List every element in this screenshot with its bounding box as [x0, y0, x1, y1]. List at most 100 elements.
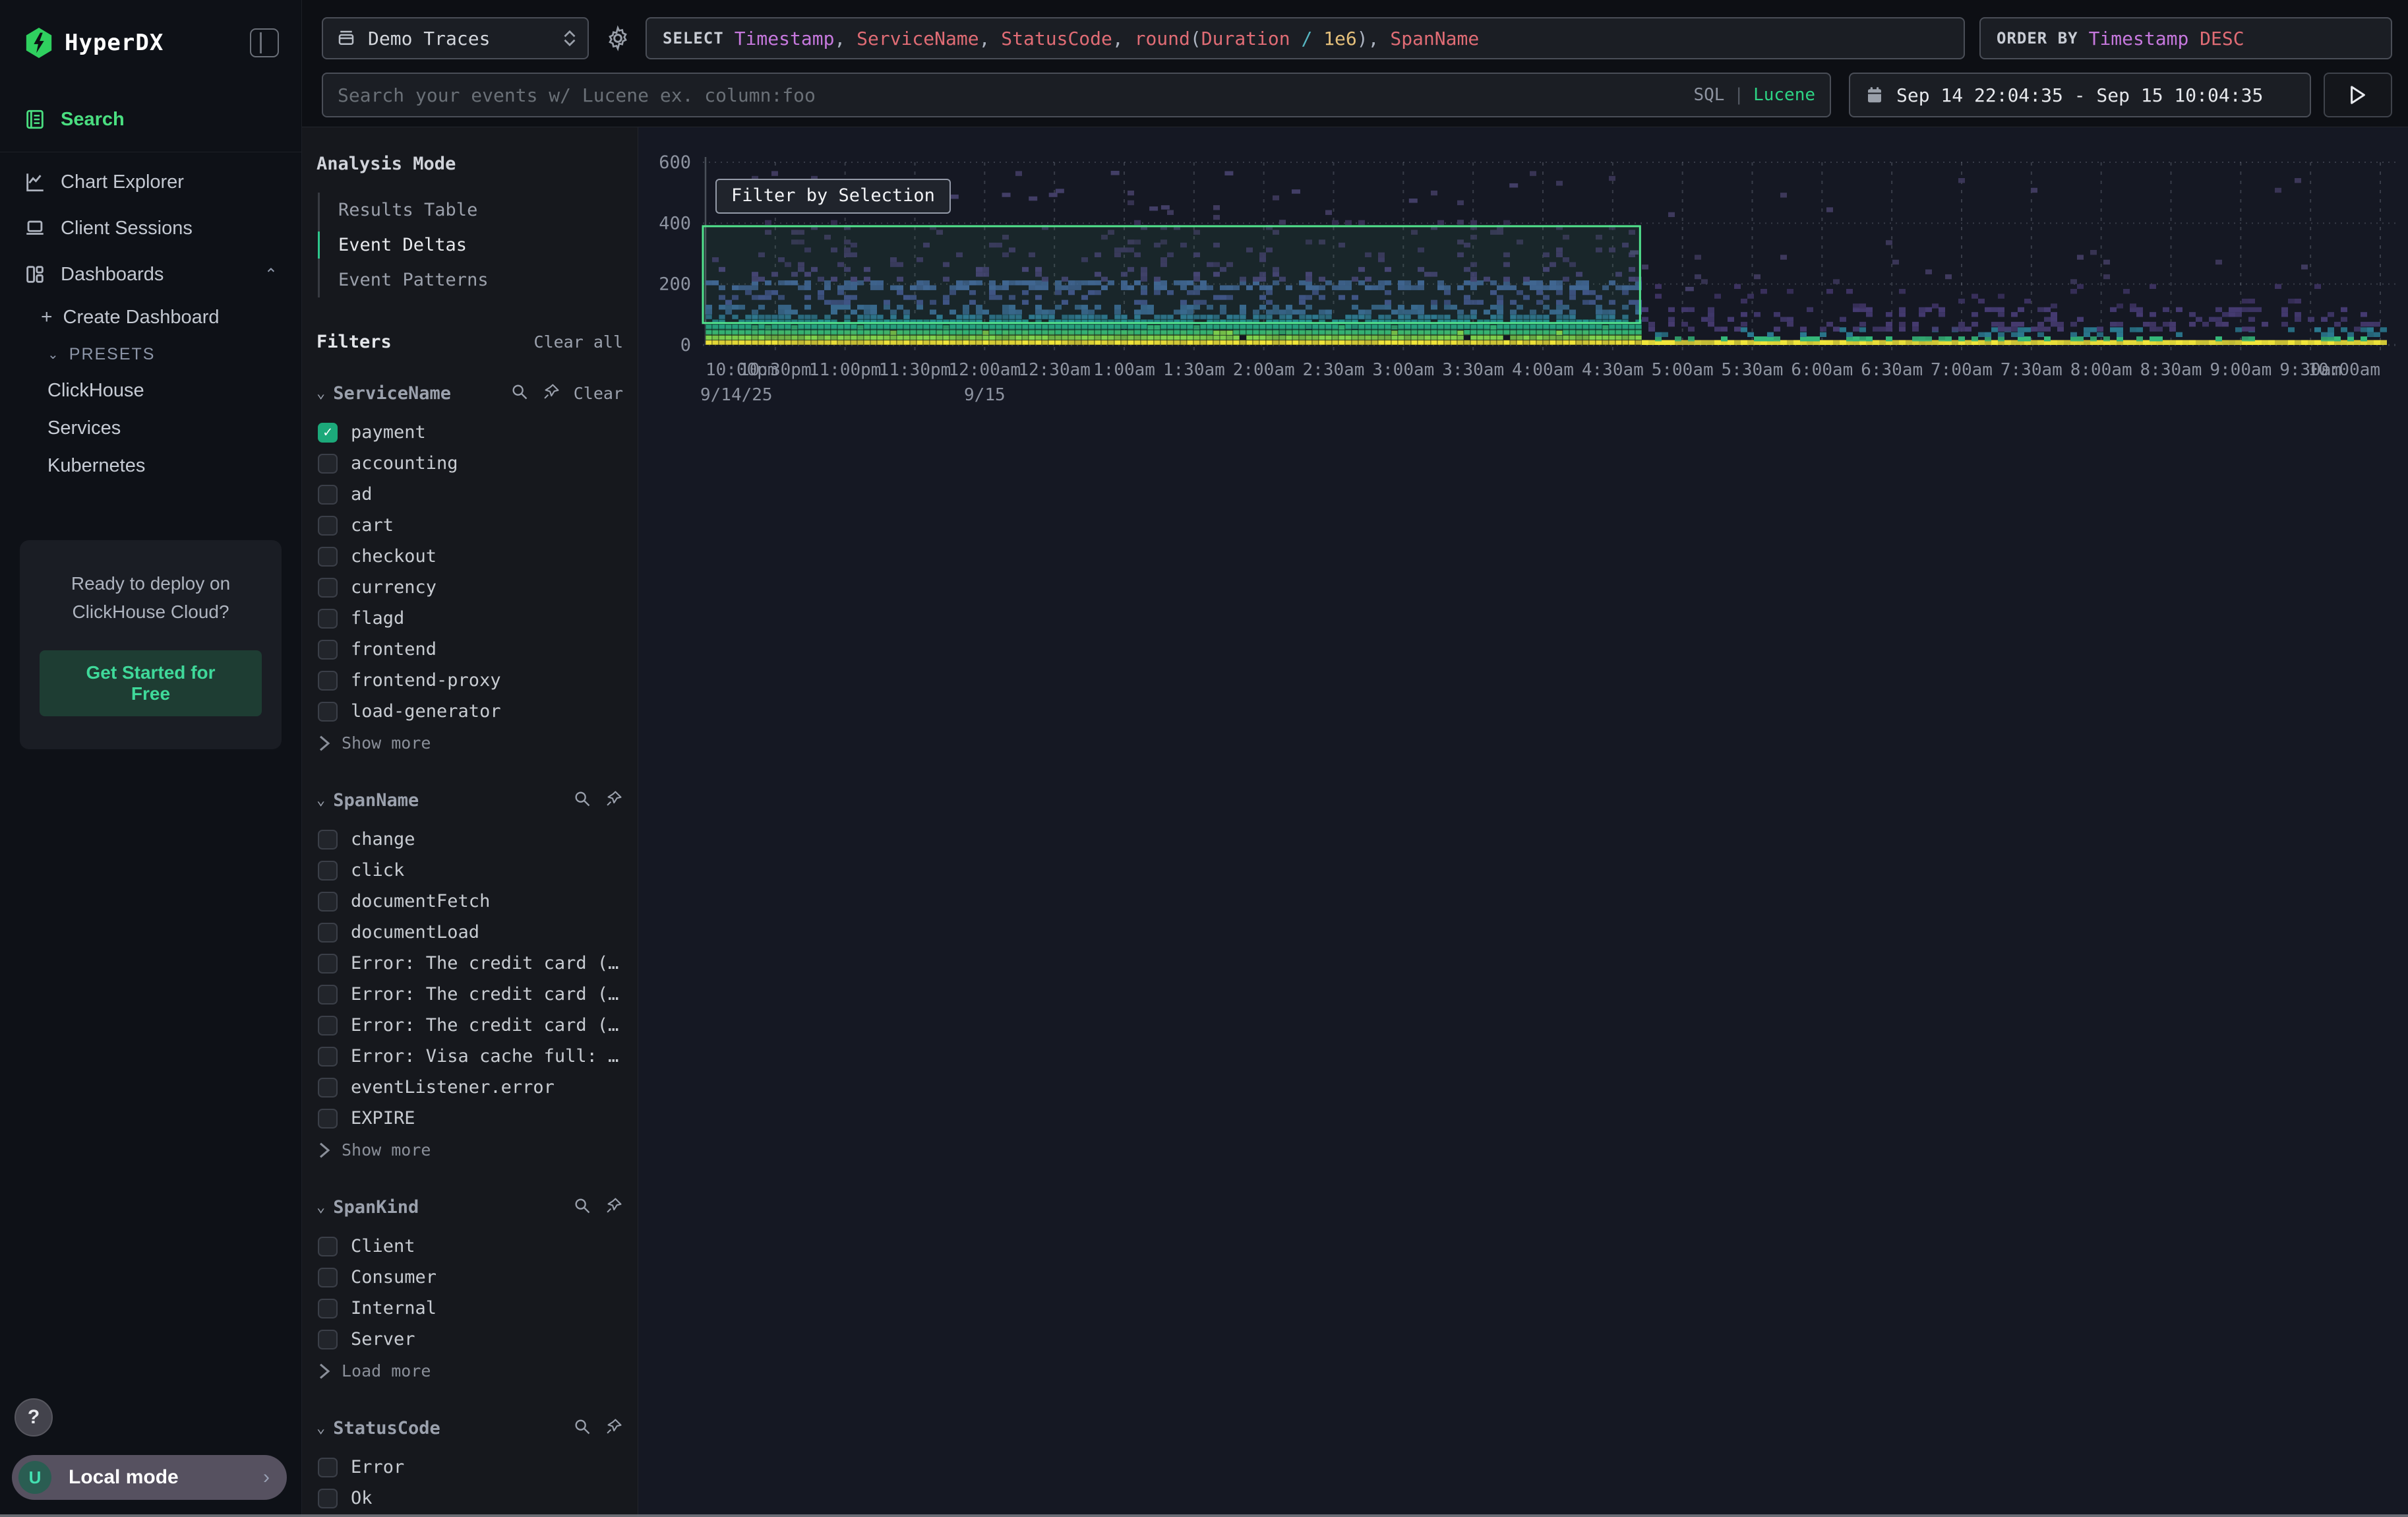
filter-option[interactable]: Error: The credit card (…	[316, 1010, 623, 1041]
checkbox[interactable]	[318, 1047, 338, 1067]
sql-mode-button[interactable]: SQL	[1693, 85, 1724, 105]
filter-group-name[interactable]: SpanName	[333, 790, 419, 811]
get-started-button[interactable]: Get Started for Free	[40, 650, 262, 716]
checkbox[interactable]	[318, 923, 338, 943]
pin-icon[interactable]	[605, 1196, 623, 1218]
checkbox[interactable]	[318, 1237, 338, 1256]
sidebar-item-chart-explorer[interactable]: Chart Explorer	[0, 159, 301, 205]
filter-option[interactable]: Consumer	[316, 1262, 623, 1293]
select-query-input[interactable]: SELECT Timestamp, ServiceName, StatusCod…	[646, 17, 1965, 59]
checkbox[interactable]	[318, 1489, 338, 1508]
pin-icon[interactable]	[605, 1417, 623, 1439]
checkbox[interactable]	[318, 1299, 338, 1318]
help-button[interactable]: ?	[15, 1398, 53, 1437]
search-icon[interactable]	[573, 1196, 591, 1218]
checkbox[interactable]	[318, 516, 338, 536]
filter-option[interactable]: ✓payment	[316, 417, 623, 448]
checkbox[interactable]	[318, 954, 338, 974]
checkbox[interactable]	[318, 1109, 338, 1129]
filter-option[interactable]: Error: The credit card (…	[316, 979, 623, 1010]
filter-option[interactable]: flagd	[316, 603, 623, 634]
search-icon[interactable]	[573, 789, 591, 811]
checkbox[interactable]	[318, 454, 338, 474]
filter-option[interactable]: eventListener.error	[316, 1072, 623, 1103]
filter-option[interactable]: Client	[316, 1231, 623, 1262]
chevron-down-icon[interactable]: ⌄	[316, 1199, 325, 1216]
checkbox[interactable]	[318, 985, 338, 1005]
filter-option[interactable]: checkout	[316, 541, 623, 572]
local-mode-button[interactable]: U Local mode ›	[12, 1455, 287, 1500]
load-more-button[interactable]: Load more	[316, 1355, 623, 1387]
filter-option[interactable]: click	[316, 855, 623, 886]
checkbox[interactable]	[318, 1458, 338, 1477]
filter-option[interactable]: load-generator	[316, 696, 623, 727]
sidebar-collapse-icon[interactable]	[250, 28, 279, 57]
analysis-mode-option[interactable]: Event Patterns	[320, 263, 623, 297]
clear-all-button[interactable]: Clear all	[534, 332, 623, 352]
sidebar-item-search[interactable]: Search	[0, 96, 301, 142]
date-range-picker[interactable]: Sep 14 22:04:35 - Sep 15 10:04:35	[1849, 73, 2311, 117]
filter-option[interactable]: documentLoad	[316, 917, 623, 948]
checkbox[interactable]	[318, 609, 338, 629]
sidebar-item-client-sessions[interactable]: Client Sessions	[0, 205, 301, 251]
source-select[interactable]: Demo Traces	[322, 17, 589, 59]
analysis-mode-option[interactable]: Event Deltas	[320, 228, 623, 263]
clear-filter-button[interactable]: Clear	[574, 384, 623, 403]
gear-icon[interactable]	[605, 25, 631, 51]
checkbox[interactable]	[318, 1330, 338, 1349]
checkbox[interactable]	[318, 702, 338, 722]
sidebar-item-dashboards[interactable]: Dashboards ⌃	[0, 251, 301, 297]
filter-group-name[interactable]: SpanKind	[333, 1197, 419, 1218]
filter-option[interactable]: change	[316, 824, 623, 855]
filter-option[interactable]: accounting	[316, 448, 623, 479]
search-icon[interactable]	[573, 1417, 591, 1439]
chart-selection[interactable]	[703, 226, 1640, 323]
pin-icon[interactable]	[605, 789, 623, 811]
show-more-button[interactable]: Show more	[316, 727, 623, 759]
sidebar-item-create-dashboard[interactable]: + Create Dashboard	[0, 297, 301, 337]
chevron-down-icon[interactable]: ⌄	[316, 385, 325, 402]
filter-option[interactable]: frontend-proxy	[316, 665, 623, 696]
filter-option[interactable]: Server	[316, 1324, 623, 1355]
checkbox[interactable]: ✓	[318, 423, 338, 443]
filter-option[interactable]: Ok	[316, 1483, 623, 1514]
filter-option[interactable]: Internal	[316, 1293, 623, 1324]
sidebar-item-clickhouse[interactable]: ClickHouse	[0, 372, 301, 410]
filter-option[interactable]: Error: Visa cache full: …	[316, 1041, 623, 1072]
checkbox[interactable]	[318, 640, 338, 660]
checkbox[interactable]	[318, 547, 338, 567]
filter-option[interactable]: Error: The credit card (…	[316, 948, 623, 979]
checkbox[interactable]	[318, 671, 338, 691]
checkbox[interactable]	[318, 1078, 338, 1098]
order-by-input[interactable]: ORDER BY Timestamp DESC	[1979, 17, 2392, 59]
chevron-up-icon[interactable]: ⌃	[264, 265, 278, 284]
search-icon[interactable]	[510, 383, 529, 404]
sidebar-item-kubernetes[interactable]: Kubernetes	[0, 447, 301, 485]
checkbox[interactable]	[318, 892, 338, 912]
chevron-down-icon[interactable]: ⌄	[316, 1420, 325, 1437]
filter-by-selection-button[interactable]: Filter by Selection	[715, 179, 951, 214]
filter-group-name[interactable]: StatusCode	[333, 1418, 440, 1439]
filter-option[interactable]: currency	[316, 572, 623, 603]
filter-option[interactable]: ad	[316, 479, 623, 510]
analysis-mode-option[interactable]: Results Table	[320, 193, 623, 228]
checkbox[interactable]	[318, 861, 338, 881]
filter-option[interactable]: Error	[316, 1452, 623, 1483]
checkbox[interactable]	[318, 1016, 338, 1036]
search-input[interactable]	[338, 84, 1693, 106]
chevron-down-icon[interactable]: ⌄	[316, 792, 325, 809]
sidebar-presets-toggle[interactable]: ⌄ PRESETS	[0, 337, 301, 372]
sidebar-item-services[interactable]: Services	[0, 410, 301, 447]
filter-option[interactable]: documentFetch	[316, 886, 623, 917]
checkbox[interactable]	[318, 830, 338, 850]
filter-group-name[interactable]: ServiceName	[333, 383, 451, 404]
checkbox[interactable]	[318, 1268, 338, 1287]
show-more-button[interactable]: Show more	[316, 1134, 623, 1166]
lucene-mode-button[interactable]: Lucene	[1753, 85, 1815, 105]
filter-option[interactable]: EXPIRE	[316, 1103, 623, 1134]
filter-option[interactable]: cart	[316, 510, 623, 541]
filter-option[interactable]: frontend	[316, 634, 623, 665]
run-query-button[interactable]	[2324, 73, 2392, 117]
checkbox[interactable]	[318, 578, 338, 598]
checkbox[interactable]	[318, 485, 338, 505]
